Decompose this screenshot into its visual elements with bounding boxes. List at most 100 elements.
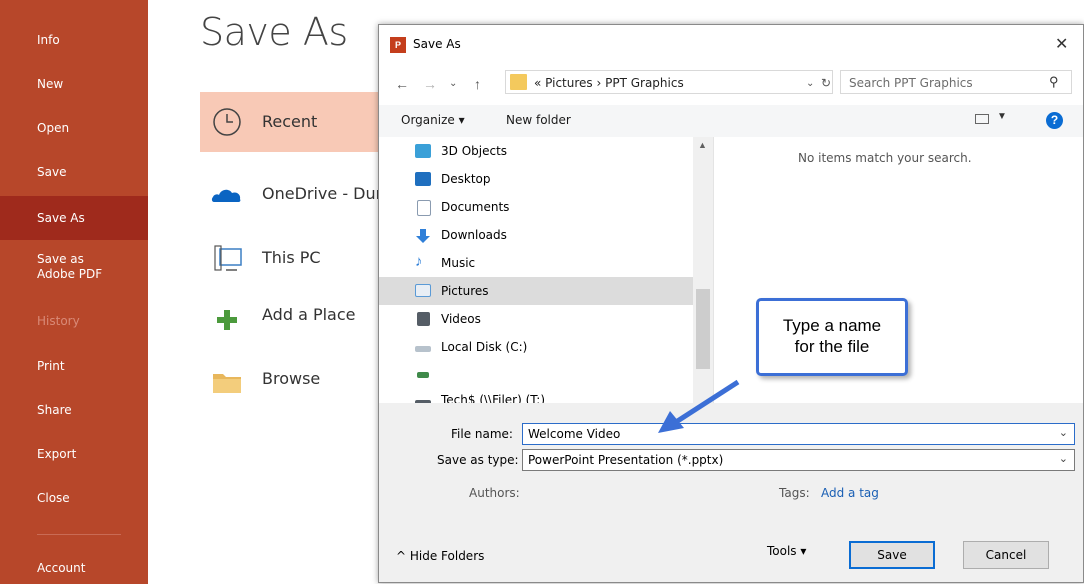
page-title: Save As bbox=[200, 10, 348, 54]
callout-box: Type a name for the file bbox=[756, 298, 908, 376]
new-folder-button[interactable]: New folder bbox=[506, 113, 571, 127]
nav-share[interactable]: Share bbox=[0, 403, 148, 417]
tree-item-3d-objects[interactable]: 3D Objects bbox=[379, 137, 693, 165]
dialog-toolbar: Organize ▾ New folder ▼ ? bbox=[379, 105, 1083, 137]
nav-save-as-pdf[interactable]: Save as Adobe PDF bbox=[0, 252, 120, 282]
save-type-select[interactable]: PowerPoint Presentation (*.pptx) ⌄ bbox=[522, 449, 1075, 471]
chevron-down-icon[interactable]: ▼ bbox=[997, 111, 1007, 122]
dialog-title: Save As bbox=[413, 37, 461, 51]
save-as-dialog: P Save As ✕ ← → ⌄ ↑ « Pictures › PPT Gra… bbox=[378, 24, 1084, 583]
clock-icon bbox=[210, 105, 244, 139]
view-options-icon[interactable] bbox=[975, 114, 989, 124]
tags-label: Tags: bbox=[779, 486, 810, 500]
nav-account[interactable]: Account bbox=[0, 561, 148, 575]
tree-item-documents[interactable]: Documents bbox=[379, 193, 693, 221]
plus-icon bbox=[210, 303, 244, 337]
cancel-button[interactable]: Cancel bbox=[963, 541, 1049, 569]
callout-line: Type a name bbox=[782, 316, 882, 335]
cube-icon bbox=[415, 144, 431, 158]
tree-item-pictures[interactable]: Pictures bbox=[379, 277, 693, 305]
scroll-thumb[interactable] bbox=[696, 289, 710, 369]
film-icon bbox=[417, 312, 430, 326]
folder-icon bbox=[210, 365, 244, 399]
search-placeholder: Search PPT Graphics bbox=[849, 76, 973, 90]
file-name-input[interactable]: Welcome Video ⌄ bbox=[522, 423, 1075, 445]
tools-button[interactable]: Tools ▾ bbox=[767, 544, 806, 558]
tree-item-downloads[interactable]: Downloads bbox=[379, 221, 693, 249]
empty-message: No items match your search. bbox=[798, 151, 972, 165]
callout-line: for the file bbox=[794, 337, 870, 356]
folder-icon bbox=[510, 74, 527, 90]
add-tag-link[interactable]: Add a tag bbox=[821, 486, 879, 500]
place-label: Browse bbox=[262, 369, 321, 388]
nav-info[interactable]: Info bbox=[0, 33, 148, 47]
place-label: This PC bbox=[262, 248, 321, 267]
up-arrow-icon[interactable]: ↑ bbox=[474, 76, 481, 92]
place-recent[interactable]: Recent bbox=[200, 92, 380, 152]
tree-scrollbar[interactable]: ▲ bbox=[693, 137, 713, 403]
download-arrow-icon bbox=[415, 228, 431, 243]
callout-arrow-icon bbox=[658, 379, 740, 433]
place-label: Add a Place bbox=[262, 305, 356, 324]
place-label: OneDrive - Dur bbox=[262, 184, 383, 203]
chevron-down-icon[interactable]: ⌄ bbox=[1059, 426, 1068, 439]
nav-history: History bbox=[37, 314, 80, 328]
hide-folders-button[interactable]: ^ Hide Folders bbox=[396, 549, 484, 563]
search-input[interactable]: Search PPT Graphics ⚲ bbox=[840, 70, 1072, 94]
tree-item-label: Local Disk (C:) bbox=[441, 340, 528, 354]
nav-print[interactable]: Print bbox=[0, 359, 148, 373]
save-button[interactable]: Save bbox=[849, 541, 935, 569]
tree-item-label: Tech$ (\\Filer) (T:) bbox=[441, 393, 546, 403]
close-icon[interactable]: ✕ bbox=[1055, 34, 1068, 54]
nav-separator bbox=[37, 534, 121, 535]
recent-locations-icon[interactable]: ⌄ bbox=[449, 78, 457, 89]
place-browse[interactable]: Browse bbox=[200, 358, 380, 414]
callout-text: Type a name for the file bbox=[759, 315, 905, 357]
back-arrow-icon[interactable]: ← bbox=[395, 76, 409, 92]
refresh-icon[interactable]: ↻ bbox=[821, 76, 831, 90]
tree-item-label: Music bbox=[441, 256, 476, 270]
forward-arrow-icon[interactable]: → bbox=[423, 76, 437, 92]
address-bar[interactable]: « Pictures › PPT Graphics bbox=[505, 70, 833, 94]
authors-label: Authors: bbox=[469, 486, 520, 500]
tree-item-desktop[interactable]: Desktop bbox=[379, 165, 693, 193]
powerpoint-icon: P bbox=[390, 37, 406, 53]
tree-item-label: Desktop bbox=[441, 172, 491, 186]
tree-item-label: Videos bbox=[441, 312, 481, 326]
tree-item-label: 3D Objects bbox=[441, 144, 508, 158]
scroll-up-icon[interactable]: ▲ bbox=[698, 140, 707, 150]
organize-button[interactable]: Organize ▾ bbox=[401, 113, 465, 127]
navigation-bar: ← → ⌄ ↑ « Pictures › PPT Graphics ⌄ ↻ Se… bbox=[379, 65, 1083, 99]
cloud-icon bbox=[210, 176, 244, 210]
nav-save-as[interactable]: Save As bbox=[0, 196, 148, 240]
nav-close[interactable]: Close bbox=[0, 491, 148, 505]
network-drive-icon bbox=[417, 372, 429, 378]
tree-item-label: Documents bbox=[441, 200, 510, 214]
chevron-down-icon[interactable]: ⌄ bbox=[806, 78, 814, 89]
address-path[interactable]: « Pictures › PPT Graphics bbox=[534, 76, 684, 90]
nav-save[interactable]: Save bbox=[0, 165, 148, 179]
help-icon[interactable]: ? bbox=[1046, 112, 1063, 129]
tree-item-music[interactable]: ♪ Music bbox=[379, 249, 693, 277]
music-note-icon: ♪ bbox=[415, 253, 423, 270]
place-add[interactable]: Add a Place bbox=[200, 296, 380, 352]
save-type-value: PowerPoint Presentation (*.pptx) bbox=[528, 453, 724, 467]
place-label: Recent bbox=[262, 112, 318, 131]
tree-item-tech-drive[interactable]: Tech$ (\\Filer) (T:) bbox=[379, 389, 693, 403]
desktop-icon bbox=[415, 172, 431, 186]
tree-item-local-disk[interactable]: Local Disk (C:) bbox=[379, 333, 693, 361]
place-this-pc[interactable]: This PC bbox=[200, 232, 380, 288]
search-icon[interactable]: ⚲ bbox=[1049, 74, 1059, 90]
nav-export[interactable]: Export bbox=[0, 447, 148, 461]
nav-open[interactable]: Open bbox=[0, 121, 148, 135]
chevron-down-icon[interactable]: ⌄ bbox=[1059, 452, 1068, 465]
document-icon bbox=[417, 200, 431, 216]
nav-new[interactable]: New bbox=[0, 77, 148, 91]
save-type-label: Save as type: bbox=[437, 453, 519, 467]
tree-item-videos[interactable]: Videos bbox=[379, 305, 693, 333]
pictures-icon bbox=[415, 284, 431, 297]
dialog-titlebar[interactable]: P Save As ✕ bbox=[379, 25, 1083, 63]
place-onedrive[interactable]: OneDrive - Dur bbox=[200, 164, 383, 220]
tree-item-network-drive[interactable] bbox=[379, 361, 693, 389]
backstage-sidebar: Info New Open Save Save As Save as Adobe… bbox=[0, 0, 148, 584]
